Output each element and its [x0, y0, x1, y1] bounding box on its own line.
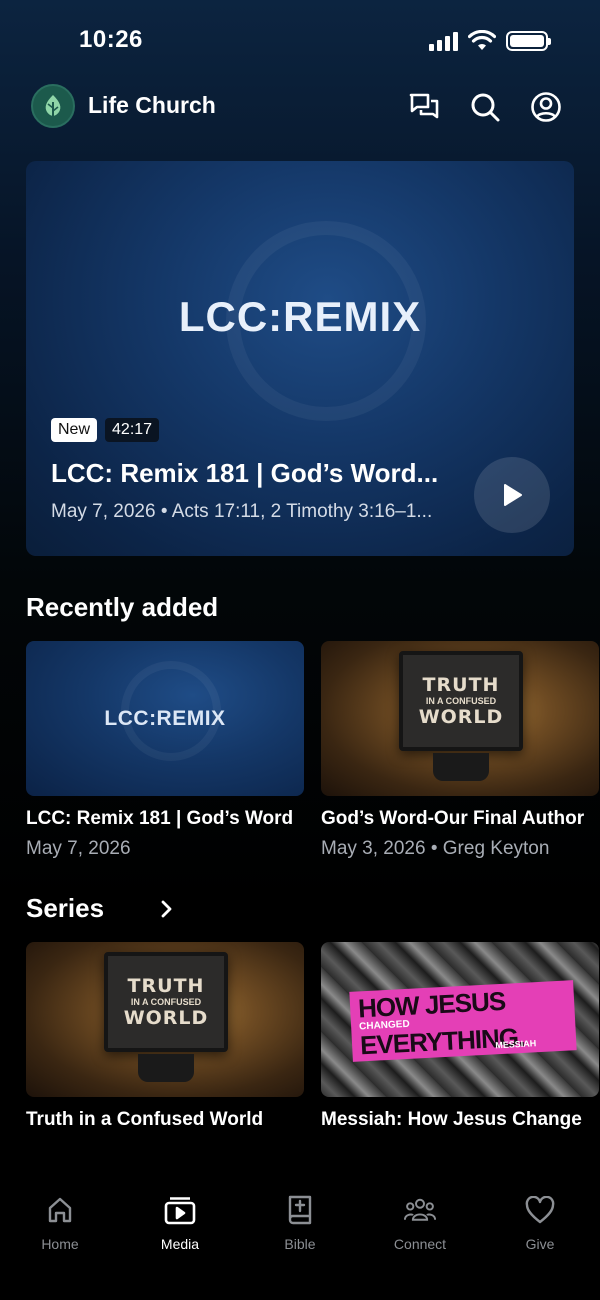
- hero-title: LCC: Remix 181 | God’s Word...: [51, 458, 439, 488]
- tab-label: Connect: [393, 1236, 447, 1252]
- series-card[interactable]: TRUTH IN A CONFUSED WORLD Truth in a Con…: [26, 942, 304, 1131]
- new-badge: New: [51, 418, 98, 442]
- app-title: Life Church: [88, 92, 216, 118]
- profile-icon[interactable]: [529, 90, 563, 124]
- tab-label: Give: [525, 1236, 555, 1252]
- card-title: Messiah: How Jesus Change: [321, 1109, 582, 1130]
- hero-logo-text: LCC:REMIX: [178, 293, 422, 340]
- play-icon: [504, 484, 522, 506]
- tab-home[interactable]: Home: [0, 1180, 120, 1300]
- chevron-right-icon[interactable]: [154, 893, 180, 925]
- bottom-tab-bar: Home Media Bible Connect Give: [0, 1180, 600, 1300]
- thumbnail-text: IN A CONFUSED: [130, 997, 202, 1007]
- featured-hero-card[interactable]: LCC:REMIX New 42:17 LCC: Remix 181 | God…: [26, 161, 574, 556]
- tab-label: Home: [41, 1236, 79, 1252]
- series-title: Series: [26, 893, 105, 923]
- series-thumbnail: HOW JESUS CHANGED EVERYTHING. MESSIAH: [321, 942, 599, 1097]
- duration-badge: 42:17: [105, 418, 160, 442]
- wifi-icon: [468, 30, 496, 50]
- tab-label: Media: [160, 1236, 200, 1252]
- play-button[interactable]: [474, 457, 550, 533]
- card-title: God’s Word-Our Final Author: [321, 808, 585, 829]
- thumbnail-text: WORLD: [418, 706, 504, 728]
- thumbnail-text: WORLD: [123, 1007, 209, 1029]
- card-title: LCC: Remix 181 | God’s Word: [26, 808, 294, 829]
- recently-added-rail[interactable]: LCC:REMIX LCC: Remix 181 | God’s Word Ma…: [26, 641, 600, 871]
- battery-icon: [506, 31, 551, 51]
- thumbnail-text: TRUTH: [127, 975, 205, 997]
- thumbnail-text: MESSIAH: [495, 1038, 537, 1051]
- card-subtitle: May 3, 2026 • Greg Keyton: [321, 838, 550, 859]
- signal-icon: [429, 31, 458, 51]
- status-time: 10:26: [79, 26, 143, 53]
- hero-meta: May 7, 2026 • Acts 17:11, 2 Timothy 3:16…: [51, 501, 433, 522]
- tab-give[interactable]: Give: [480, 1180, 600, 1300]
- home-icon: [44, 1194, 76, 1226]
- card-title: Truth in a Confused World: [26, 1109, 264, 1130]
- series-section-header[interactable]: Series: [26, 893, 172, 924]
- status-icons: [429, 30, 551, 52]
- media-card[interactable]: LCC:REMIX LCC: Remix 181 | God’s Word Ma…: [26, 641, 304, 860]
- thumbnail-text: LCC:REMIX: [104, 707, 226, 730]
- series-card[interactable]: HOW JESUS CHANGED EVERYTHING. MESSIAH Me…: [321, 942, 599, 1131]
- chat-icon[interactable]: [407, 90, 441, 124]
- recently-added-title: Recently added: [26, 592, 219, 622]
- hero-badges: New 42:17: [51, 418, 160, 442]
- app-header: Life Church: [0, 80, 600, 134]
- status-bar: 10:26: [0, 0, 600, 80]
- connect-icon: [404, 1194, 436, 1226]
- media-thumbnail: TRUTH IN A CONFUSED WORLD: [321, 641, 599, 796]
- media-card[interactable]: TRUTH IN A CONFUSED WORLD God’s Word-Our…: [321, 641, 599, 860]
- series-thumbnail: TRUTH IN A CONFUSED WORLD: [26, 942, 304, 1097]
- search-icon[interactable]: [468, 90, 502, 124]
- tab-bible[interactable]: Bible: [240, 1180, 360, 1300]
- heart-icon: [524, 1194, 556, 1226]
- thumbnail-text: TRUTH: [422, 674, 500, 696]
- card-subtitle: May 7, 2026: [26, 838, 131, 859]
- tab-label: Bible: [284, 1236, 316, 1252]
- bible-icon: [284, 1194, 316, 1226]
- tab-media[interactable]: Media: [120, 1180, 240, 1300]
- church-logo-icon[interactable]: [31, 84, 75, 128]
- thumbnail-text: IN A CONFUSED: [425, 696, 497, 706]
- tab-connect[interactable]: Connect: [360, 1180, 480, 1300]
- media-icon: [164, 1194, 196, 1226]
- series-rail[interactable]: TRUTH IN A CONFUSED WORLD Truth in a Con…: [26, 942, 600, 1172]
- media-thumbnail: LCC:REMIX: [26, 641, 304, 796]
